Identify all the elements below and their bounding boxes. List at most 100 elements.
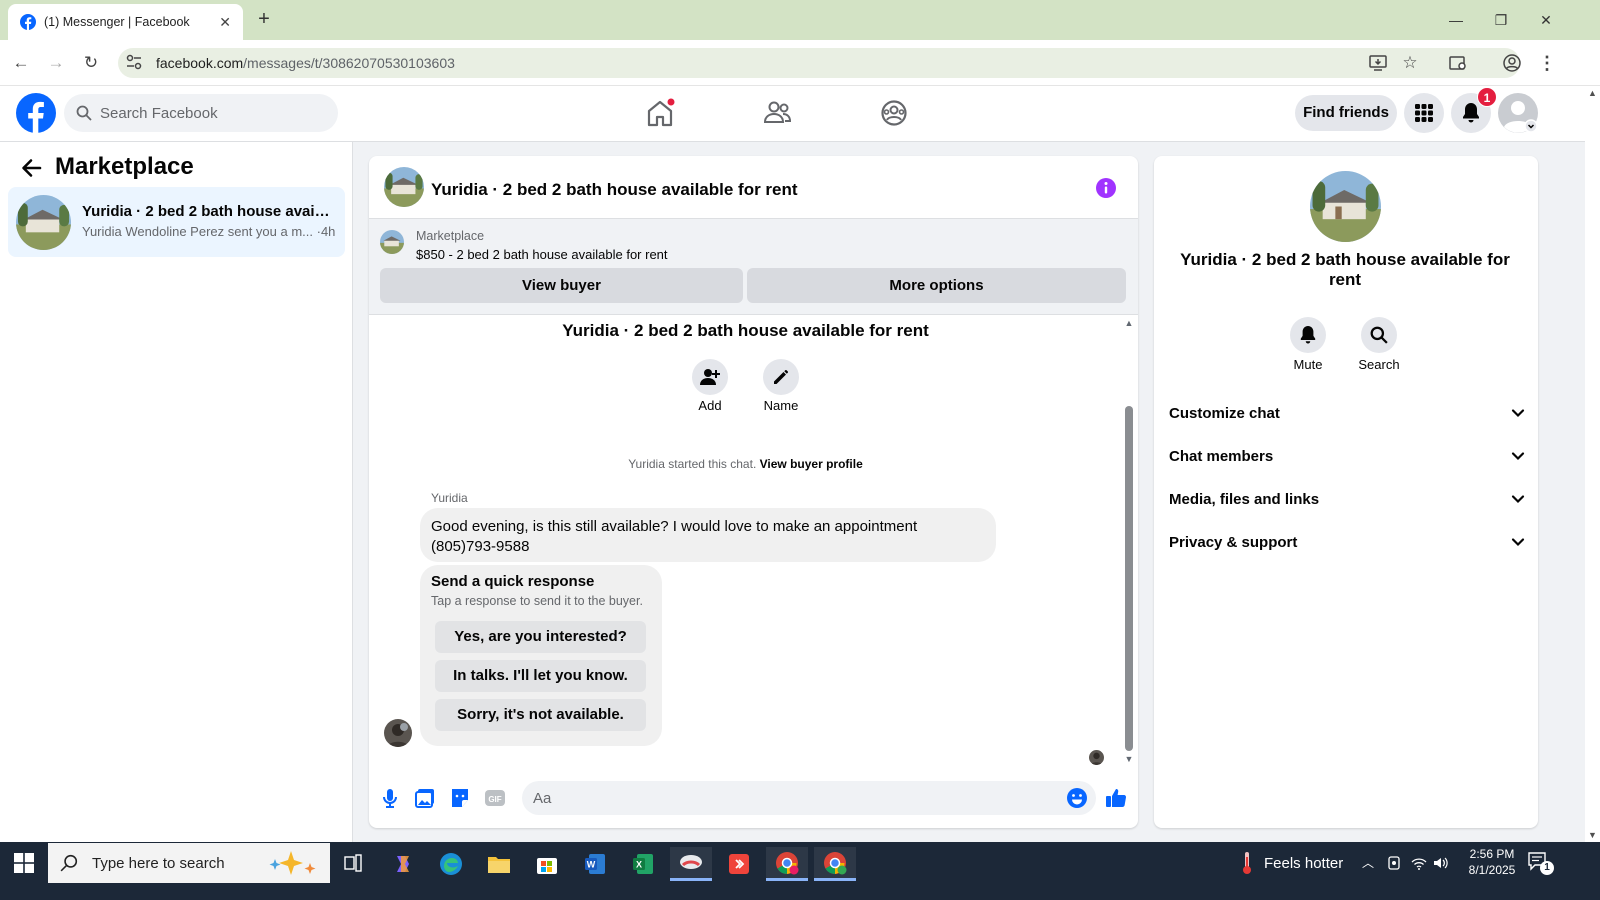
sender-avatar[interactable] bbox=[384, 719, 412, 747]
excel-app-icon[interactable]: X bbox=[622, 847, 664, 881]
listing-title[interactable]: $850 - 2 bed 2 bath house available for … bbox=[416, 247, 668, 262]
copilot-app-icon[interactable] bbox=[382, 847, 424, 881]
notification-badge: 1 bbox=[1477, 87, 1497, 107]
quick-response-not-available[interactable]: Sorry, it's not available. bbox=[435, 699, 646, 731]
search-conversation-button[interactable] bbox=[1361, 317, 1397, 353]
meet-now-icon[interactable] bbox=[1386, 854, 1404, 872]
privacy-support-row[interactable]: Privacy & support bbox=[1169, 531, 1525, 553]
search-icon bbox=[1370, 326, 1388, 344]
wifi-icon[interactable] bbox=[1410, 854, 1428, 872]
message-composer[interactable] bbox=[522, 781, 1096, 815]
mute-label: Mute bbox=[1293, 357, 1323, 372]
quick-response-interested[interactable]: Yes, are you interested? bbox=[435, 621, 646, 653]
word-app-icon[interactable]: W bbox=[574, 847, 616, 881]
scroll-up-icon[interactable]: ▲ bbox=[1124, 318, 1134, 328]
info-icon[interactable] bbox=[1095, 177, 1117, 199]
mute-button[interactable] bbox=[1290, 317, 1326, 353]
facebook-search[interactable] bbox=[64, 94, 338, 132]
find-friends-button[interactable]: Find friends bbox=[1295, 95, 1397, 131]
install-app-icon[interactable] bbox=[1368, 53, 1388, 73]
thumbs-up-icon[interactable] bbox=[1104, 786, 1128, 810]
back-arrow-icon[interactable] bbox=[20, 157, 42, 179]
edge-app-icon[interactable] bbox=[430, 847, 472, 881]
name-button[interactable] bbox=[763, 359, 799, 395]
media-files-links-label: Media, files and links bbox=[1169, 490, 1320, 508]
chat-info-avatar[interactable] bbox=[1310, 171, 1381, 242]
add-person-icon bbox=[700, 369, 720, 385]
window-close-icon[interactable]: ✕ bbox=[1526, 6, 1566, 34]
tab-close-icon[interactable]: ✕ bbox=[219, 14, 231, 31]
file-explorer-icon[interactable] bbox=[478, 847, 520, 881]
friends-nav-icon[interactable] bbox=[759, 97, 795, 129]
snipping-tool-icon[interactable] bbox=[670, 847, 712, 881]
site-settings-icon[interactable] bbox=[125, 53, 143, 71]
sticker-icon[interactable] bbox=[448, 786, 472, 810]
page-scroll-up-icon[interactable]: ▲ bbox=[1588, 88, 1597, 98]
add-person-button[interactable] bbox=[692, 359, 728, 395]
facebook-favicon-icon bbox=[20, 14, 36, 30]
conversation-name: Yuridia · 2 bed 2 bath house availa... bbox=[82, 203, 332, 220]
browser-tab[interactable]: (1) Messenger | Facebook ✕ bbox=[8, 4, 243, 40]
scroll-down-icon[interactable]: ▼ bbox=[1124, 754, 1134, 764]
media-files-links-row[interactable]: Media, files and links bbox=[1169, 488, 1525, 510]
chat-header-title[interactable]: Yuridia · 2 bed 2 bath house available f… bbox=[431, 180, 798, 200]
forward-icon[interactable]: → bbox=[43, 50, 69, 76]
search-input[interactable] bbox=[100, 104, 320, 122]
chat-header-avatar[interactable] bbox=[384, 167, 424, 207]
reload-icon[interactable]: ↻ bbox=[78, 50, 104, 76]
avatar bbox=[1498, 93, 1538, 133]
taskbar-search[interactable]: Type here to search bbox=[48, 843, 330, 883]
photo-icon[interactable] bbox=[413, 786, 437, 810]
privacy-support-label: Privacy & support bbox=[1169, 533, 1298, 551]
reading-list-icon[interactable] bbox=[1448, 53, 1468, 73]
menu-button[interactable] bbox=[1404, 93, 1444, 133]
groups-nav-icon[interactable] bbox=[876, 97, 912, 129]
new-tab-button[interactable]: + bbox=[252, 8, 276, 32]
view-buyer-button[interactable]: View buyer bbox=[380, 268, 743, 303]
chrome-profile-app-icon[interactable] bbox=[814, 847, 856, 881]
message-input[interactable] bbox=[522, 781, 1042, 815]
emoji-icon[interactable] bbox=[1065, 786, 1089, 810]
view-buyer-profile-link[interactable]: View buyer profile bbox=[760, 457, 863, 471]
customize-chat-label: Customize chat bbox=[1169, 404, 1280, 422]
page-scroll-down-icon[interactable]: ▼ bbox=[1588, 830, 1597, 840]
page-scrollbar[interactable]: ▲ ▼ bbox=[1585, 86, 1600, 842]
back-icon[interactable]: ← bbox=[8, 50, 34, 76]
chat-members-row[interactable]: Chat members bbox=[1169, 445, 1525, 467]
facebook-logo-icon[interactable] bbox=[16, 93, 56, 133]
account-button[interactable] bbox=[1498, 93, 1538, 133]
windows-start-icon[interactable] bbox=[14, 853, 34, 873]
microsoft-store-icon[interactable] bbox=[526, 847, 568, 881]
chevron-down-icon bbox=[1511, 409, 1525, 418]
task-view-icon[interactable] bbox=[343, 853, 363, 873]
notification-center-button[interactable]: 1 bbox=[1527, 851, 1557, 875]
microphone-icon[interactable] bbox=[378, 786, 402, 810]
clock-date: 8/1/2025 bbox=[1468, 863, 1516, 877]
chat-info-name: Yuridia · 2 bed 2 bath house available f… bbox=[1180, 250, 1510, 289]
show-hidden-icons-icon[interactable]: ︿ bbox=[1362, 854, 1380, 872]
chat-scrollbar[interactable] bbox=[1125, 406, 1133, 751]
clock-time: 2:56 PM bbox=[1469, 847, 1515, 861]
sender-name: Yuridia bbox=[431, 491, 468, 505]
chrome-app-icon[interactable] bbox=[766, 847, 808, 881]
bookmark-star-icon[interactable]: ☆ bbox=[1400, 53, 1420, 73]
url-path: /messages/t/30862070530103603 bbox=[243, 55, 455, 71]
restore-icon[interactable]: ❐ bbox=[1481, 6, 1521, 34]
tab-title: (1) Messenger | Facebook bbox=[44, 15, 190, 29]
gif-icon[interactable]: GIF bbox=[483, 786, 507, 810]
quick-response-in-talks[interactable]: In talks. I'll let you know. bbox=[435, 660, 646, 692]
thread-title: Yuridia · 2 bed 2 bath house available f… bbox=[562, 321, 929, 340]
volume-icon[interactable] bbox=[1432, 854, 1450, 872]
address-bar[interactable]: facebook.com/messages/t/3086207053010360… bbox=[118, 48, 1520, 78]
customize-chat-row[interactable]: Customize chat bbox=[1169, 402, 1525, 424]
taskbar-clock[interactable]: 2:56 PM 8/1/2025 bbox=[1452, 846, 1532, 878]
anydesk-app-icon[interactable] bbox=[718, 847, 760, 881]
profile-icon[interactable] bbox=[1502, 53, 1522, 73]
more-options-button[interactable]: More options bbox=[747, 268, 1126, 303]
weather-widget[interactable]: Feels hotter bbox=[1240, 851, 1343, 875]
taskbar-search-placeholder: Type here to search bbox=[92, 854, 225, 872]
apps-grid-icon bbox=[1415, 104, 1433, 122]
browser-menu-icon[interactable]: ⋮ bbox=[1537, 53, 1557, 73]
home-nav-icon[interactable] bbox=[642, 97, 678, 129]
minimize-icon[interactable]: — bbox=[1436, 6, 1476, 34]
